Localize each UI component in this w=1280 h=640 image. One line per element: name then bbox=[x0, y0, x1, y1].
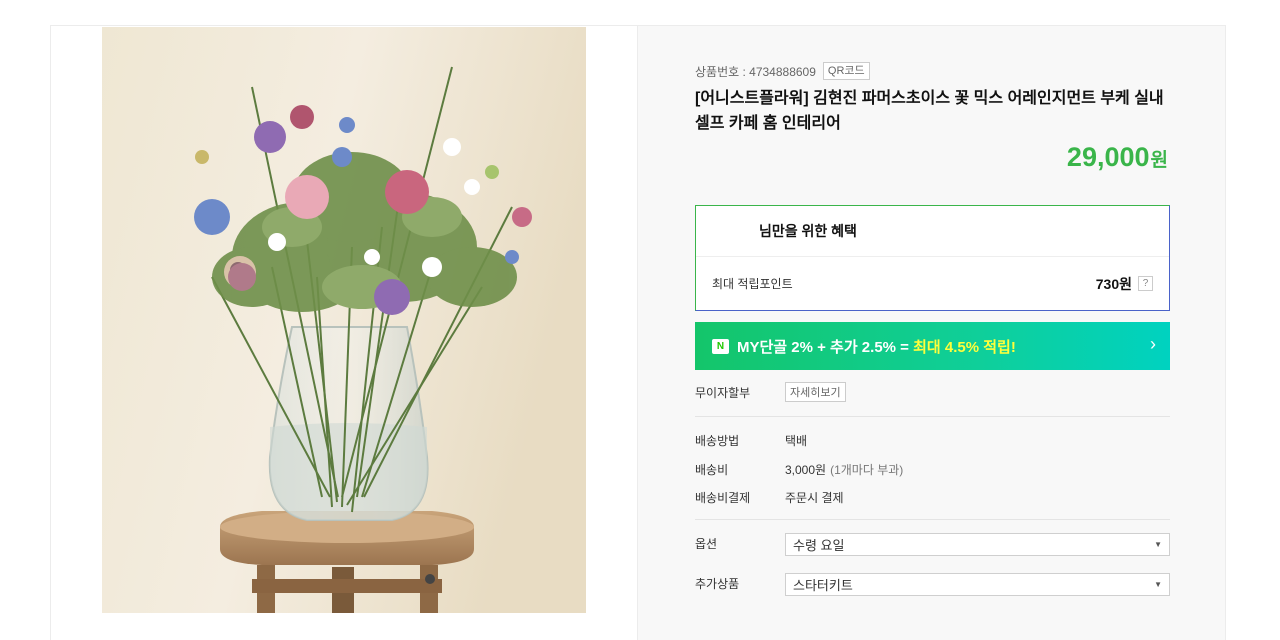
product-code: 상품번호 : 4734888609 bbox=[695, 64, 816, 79]
max-points-value: 730원 bbox=[1095, 275, 1132, 292]
shipping-fee-value: 3,000원 bbox=[785, 463, 827, 477]
shipping-fee-label: 배송비 bbox=[695, 463, 729, 477]
shipping-pay-value: 주문시 결제 bbox=[785, 491, 844, 505]
product-image[interactable] bbox=[102, 27, 586, 613]
option-select-value: 수령 요일 bbox=[793, 538, 845, 553]
banner-text: MY단골 2% + 추가 2.5% = bbox=[737, 338, 914, 356]
max-points-row: 최대 적립포인트 730원 ? bbox=[696, 257, 1169, 310]
product-price: 29,000 원 bbox=[1067, 142, 1168, 173]
shipping-method-row: 배송방법 택배 bbox=[695, 432, 807, 449]
divider bbox=[695, 519, 1170, 520]
qr-code-button[interactable]: QR코드 bbox=[822, 62, 870, 80]
chevron-right-icon: › bbox=[1150, 334, 1156, 354]
installment-label: 무이자할부 bbox=[695, 385, 751, 400]
price-unit: 원 bbox=[1150, 150, 1168, 171]
product-info-panel: 상품번호 : 4734888609 QR코드 [어니스트플라워] 김현진 파머스… bbox=[637, 26, 1225, 640]
addon-row: 추가상품 스타터키트 ▼ bbox=[695, 573, 1170, 596]
benefit-heading: 님만을 위한 혜택 bbox=[696, 206, 1169, 257]
option-select[interactable]: 수령 요일 ▼ bbox=[785, 533, 1170, 556]
shipping-method-label: 배송방법 bbox=[695, 434, 740, 448]
divider bbox=[695, 416, 1170, 417]
product-title: [어니스트플라워] 김현진 파머스초이스 꽃 믹스 어레인지먼트 부케 실내 셀… bbox=[695, 90, 1164, 132]
benefit-box: 님만을 위한 혜택 최대 적립포인트 730원 ? bbox=[695, 205, 1170, 311]
max-points-label: 최대 적립포인트 bbox=[712, 277, 793, 291]
dropdown-caret-icon: ▼ bbox=[1154, 540, 1162, 549]
shipping-method-value: 택배 bbox=[785, 434, 808, 448]
shipping-fee-row: 배송비 3,000원 (1개마다 부과) bbox=[695, 461, 903, 478]
naver-pay-icon: N bbox=[712, 338, 729, 354]
banner-highlight: 최대 4.5% 적립! bbox=[913, 338, 1016, 356]
addon-label: 추가상품 bbox=[695, 577, 740, 591]
shipping-pay-label: 배송비결제 bbox=[695, 491, 751, 505]
price-number: 29,000 bbox=[1066, 142, 1150, 172]
addon-select[interactable]: 스타터키트 ▼ bbox=[785, 573, 1170, 596]
shipping-fee-note: (1개마다 부과) bbox=[830, 463, 904, 477]
installment-detail-button[interactable]: 자세히보기 bbox=[785, 382, 846, 402]
addon-select-value: 스타터키트 bbox=[793, 578, 853, 593]
product-code-row: 상품번호 : 4734888609 QR코드 bbox=[695, 62, 870, 80]
points-help-icon[interactable]: ? bbox=[1138, 276, 1153, 291]
my-regular-banner[interactable]: N MY단골 2% + 추가 2.5% = 최대 4.5% 적립! › bbox=[695, 322, 1170, 370]
installment-row: 무이자할부 자세히보기 bbox=[695, 382, 846, 402]
dropdown-caret-icon: ▼ bbox=[1154, 580, 1162, 589]
option-row: 옵션 수령 요일 ▼ bbox=[695, 533, 1170, 556]
max-points-value-group: 730원 ? bbox=[1096, 274, 1153, 294]
option-label: 옵션 bbox=[695, 537, 718, 551]
shipping-pay-row: 배송비결제 주문시 결제 bbox=[695, 489, 844, 506]
